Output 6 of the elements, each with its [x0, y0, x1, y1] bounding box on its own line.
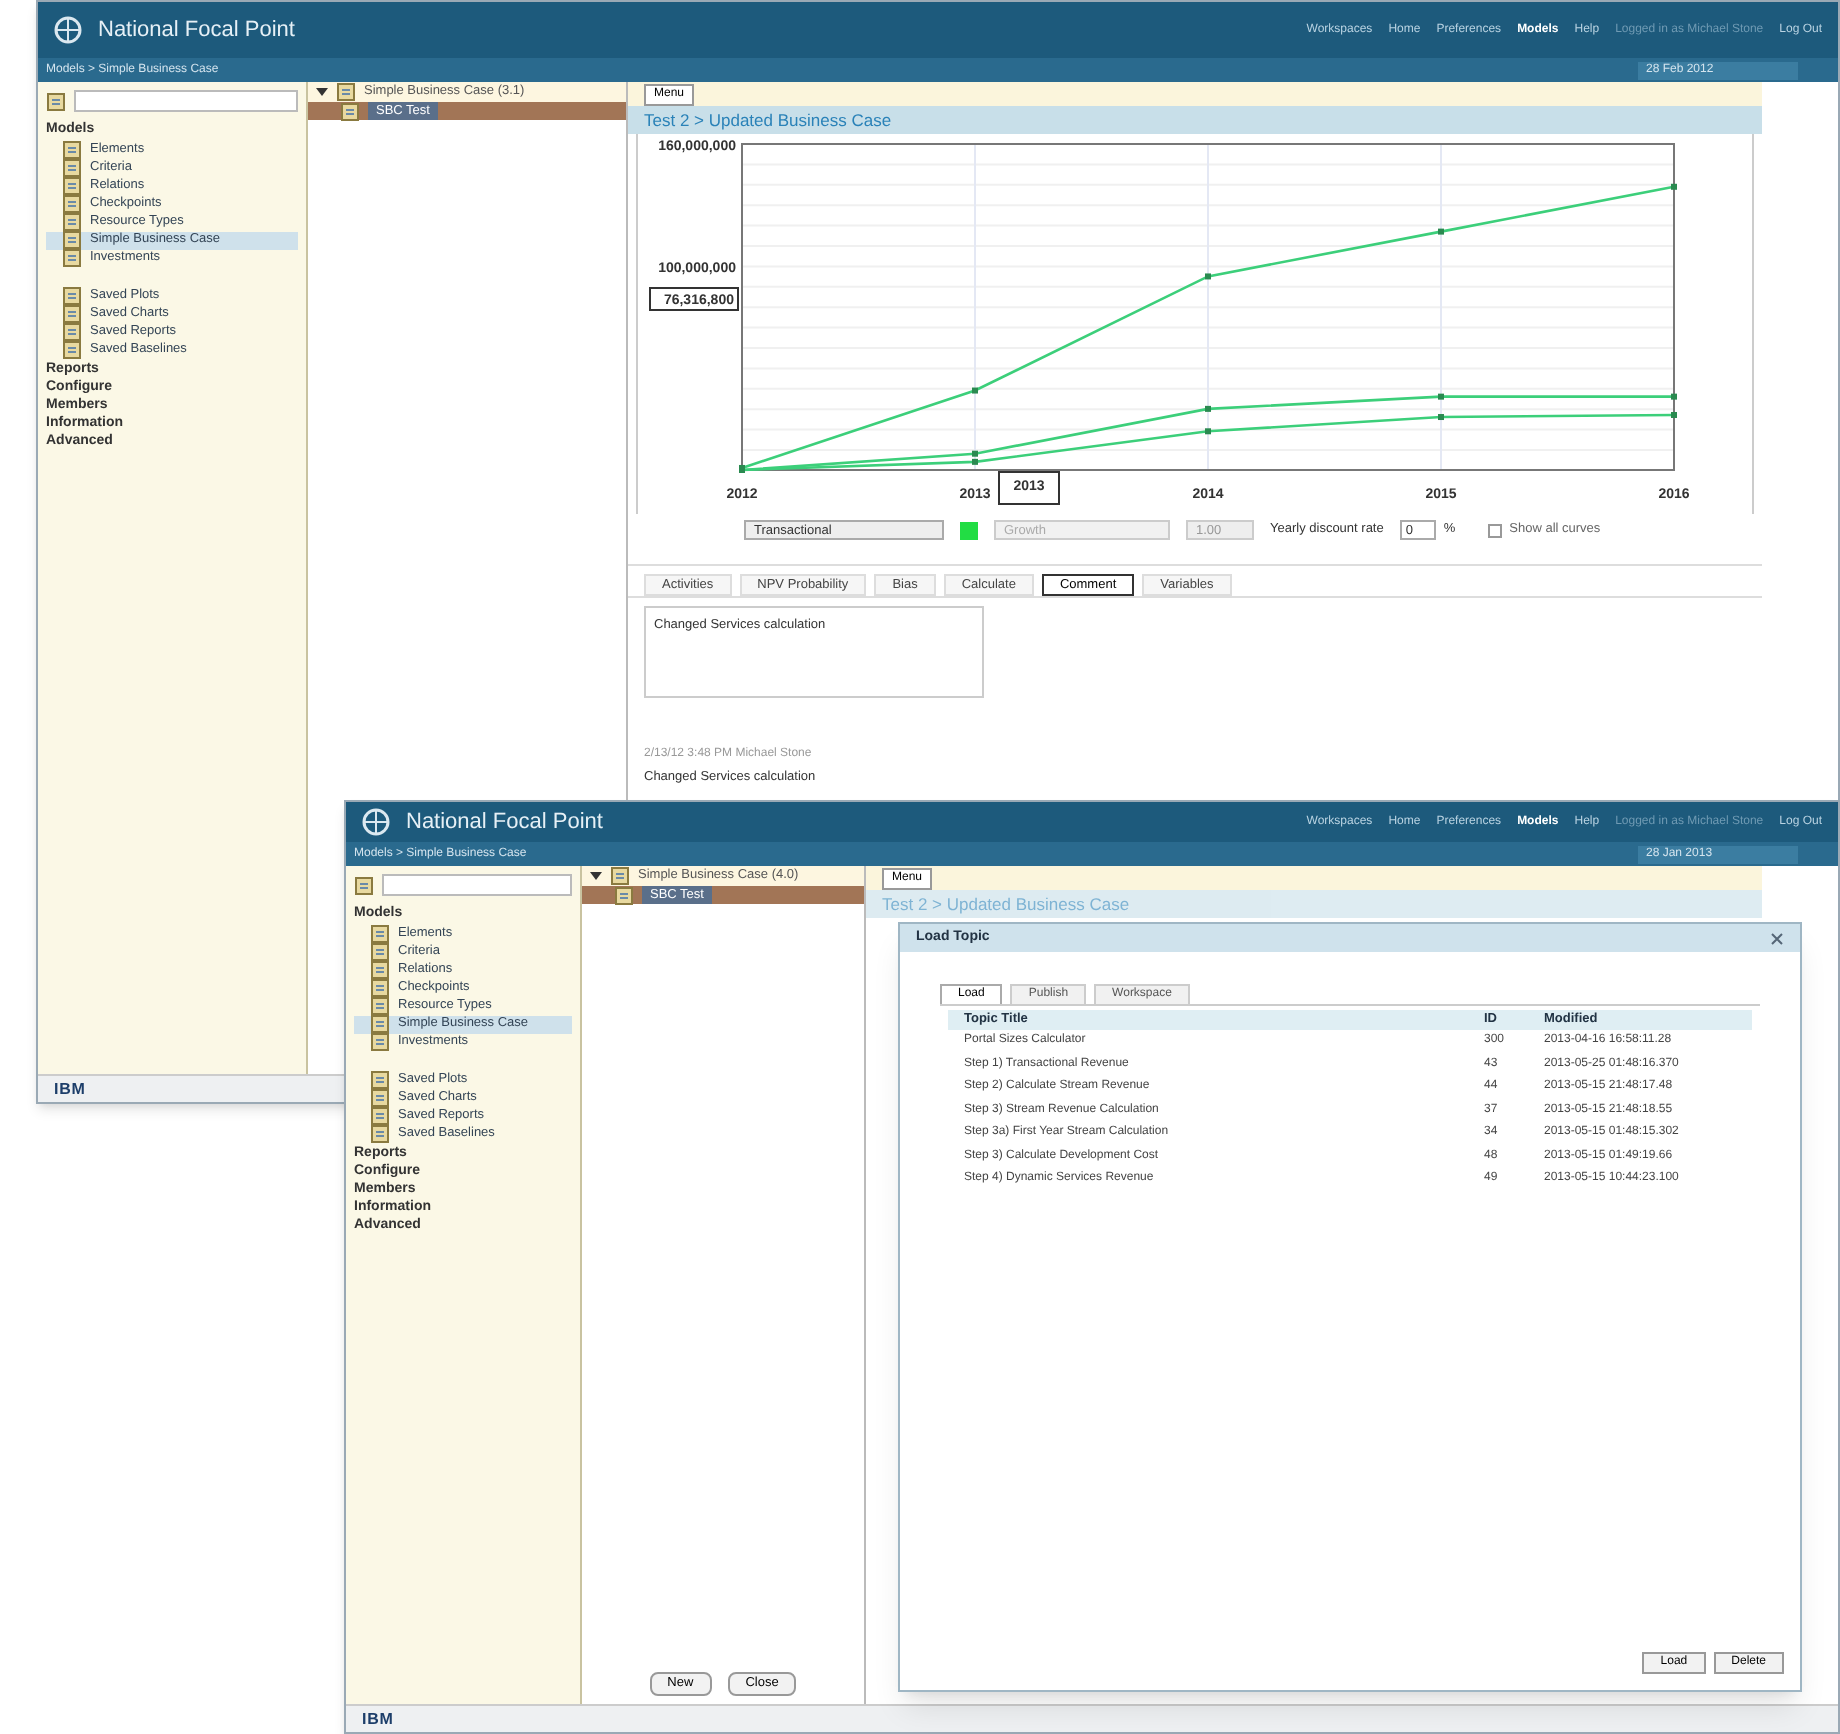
app-title: National Focal Point: [98, 15, 295, 46]
panel-title: Test 2 > Updated Business Case: [628, 106, 1762, 134]
panel-title: Test 2 > Updated Business Case: [866, 890, 1762, 918]
app-title: National Focal Point: [406, 807, 603, 838]
ibm-logo: IBM: [362, 1707, 394, 1731]
ibm-logo: IBM: [54, 1077, 86, 1101]
